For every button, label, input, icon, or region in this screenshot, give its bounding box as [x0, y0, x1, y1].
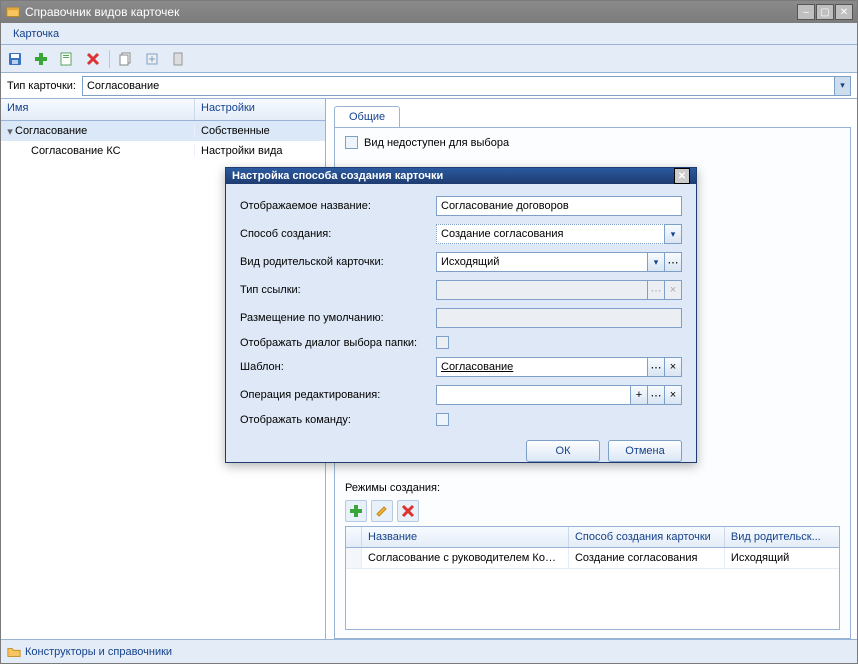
show-cmd-checkbox[interactable] [436, 413, 449, 426]
close-button[interactable]: ✕ [835, 4, 853, 20]
edit-op-input[interactable] [436, 385, 631, 405]
edit-op-browse-button[interactable]: ⋯ [647, 385, 665, 405]
app-icon [5, 4, 21, 20]
tree-row[interactable]: Согласование КС Настройки вида [1, 141, 325, 161]
dialog-buttons: ОК Отмена [226, 432, 696, 474]
paste-icon[interactable] [168, 49, 188, 69]
save-icon[interactable] [5, 49, 25, 69]
template-label: Шаблон: [240, 361, 436, 373]
unavailable-label: Вид недоступен для выбора [364, 137, 509, 149]
grid-header-parent[interactable]: Вид родительск... [725, 527, 839, 547]
copy-icon[interactable] [116, 49, 136, 69]
expand-icon[interactable]: ▾ [5, 125, 15, 138]
tree-row-name: Согласование КС [31, 145, 121, 157]
parent-browse-button[interactable]: ⋯ [664, 252, 682, 272]
modes-toolbar [345, 500, 840, 522]
separator [109, 50, 110, 68]
grid-header-method[interactable]: Способ создания карточки [569, 527, 725, 547]
tabstrip: Общие [334, 103, 851, 127]
linktype-browse-button: ⋯ [647, 280, 665, 300]
method-dropdown-button[interactable] [664, 224, 682, 244]
grid-cell-method: Создание согласования [569, 548, 725, 568]
maximize-button[interactable]: ▢ [816, 4, 834, 20]
display-name-input[interactable]: Согласование договоров [436, 196, 682, 216]
edit-mode-button[interactable] [371, 500, 393, 522]
method-label: Способ создания: [240, 228, 436, 240]
grid-filler [346, 569, 839, 629]
modes-label: Режимы создания: [345, 482, 840, 494]
grid-row[interactable]: Согласование с руководителем Коммерческо… [346, 548, 839, 569]
linktype-input [436, 280, 648, 300]
window-title: Справочник видов карточек [25, 5, 179, 19]
footer-constructors[interactable]: Конструкторы и справочники [25, 646, 172, 658]
method-combo[interactable]: Создание согласования [436, 224, 665, 244]
show-cmd-label: Отображать команду: [240, 414, 436, 426]
grid-cell-parent: Исходящий [725, 548, 839, 568]
template-clear-button[interactable]: × [664, 357, 682, 377]
template-input[interactable]: Согласование [436, 357, 648, 377]
delete-icon[interactable] [83, 49, 103, 69]
cardtype-label: Тип карточки: [7, 80, 76, 92]
grid-header: Название Способ создания карточки Вид ро… [346, 527, 839, 548]
ok-button[interactable]: ОК [526, 440, 600, 462]
tree-header: Имя Настройки [1, 99, 325, 121]
tree-header-settings[interactable]: Настройки [195, 99, 325, 120]
unavailable-checkbox[interactable] [345, 136, 358, 149]
grid-row-marker [346, 548, 362, 568]
parent-label: Вид родительской карточки: [240, 256, 436, 268]
linktype-label: Тип ссылки: [240, 284, 436, 296]
tab-general[interactable]: Общие [334, 106, 400, 127]
creation-modes-section: Режимы создания: Название Способ создани… [345, 482, 840, 630]
add-mode-button[interactable] [345, 500, 367, 522]
folder-icon [7, 645, 21, 659]
dialog-close-button[interactable]: ✕ [674, 168, 690, 184]
edit-icon[interactable] [57, 49, 77, 69]
menu-card[interactable]: Карточка [7, 26, 65, 42]
dialog-title: Настройка способа создания карточки [232, 170, 443, 182]
settings-dialog: Настройка способа создания карточки ✕ От… [225, 167, 697, 463]
export-icon[interactable] [142, 49, 162, 69]
minimize-button[interactable]: – [797, 4, 815, 20]
toolbar [1, 45, 857, 73]
dialog-body: Отображаемое название: Согласование дого… [226, 184, 696, 432]
parent-dropdown-button[interactable] [647, 252, 665, 272]
delete-mode-button[interactable] [397, 500, 419, 522]
menubar: Карточка [1, 23, 857, 45]
cancel-button[interactable]: Отмена [608, 440, 682, 462]
grid-header-blank[interactable] [346, 527, 362, 547]
edit-op-label: Операция редактирования: [240, 389, 436, 401]
modes-grid: Название Способ создания карточки Вид ро… [345, 526, 840, 630]
template-browse-button[interactable]: ⋯ [647, 357, 665, 377]
show-folder-label: Отображать диалог выбора папки: [240, 337, 436, 349]
placement-input [436, 308, 682, 328]
grid-cell-name: Согласование с руководителем Коммерческо… [362, 548, 569, 568]
cardtype-value: Согласование [87, 80, 159, 92]
grid-header-name[interactable]: Название [362, 527, 569, 547]
dialog-titlebar: Настройка способа создания карточки ✕ [226, 168, 696, 184]
edit-op-add-button[interactable]: + [630, 385, 648, 405]
linktype-clear-button: × [664, 280, 682, 300]
show-folder-checkbox [436, 336, 449, 349]
window-controls: – ▢ ✕ [797, 4, 853, 20]
checkbox-row: Вид недоступен для выбора [345, 136, 840, 149]
placement-label: Размещение по умолчанию: [240, 312, 436, 324]
chevron-down-icon[interactable] [834, 77, 850, 95]
edit-op-clear-button[interactable]: × [664, 385, 682, 405]
tree-row[interactable]: ▾ Согласование Собственные [1, 121, 325, 141]
tree-row-settings: Настройки вида [195, 145, 325, 157]
tree-row-name: Согласование [15, 125, 87, 137]
tree-header-name[interactable]: Имя [1, 99, 195, 120]
parent-combo[interactable]: Исходящий [436, 252, 648, 272]
footer: Конструкторы и справочники [1, 639, 857, 663]
cardtype-combo[interactable]: Согласование [82, 76, 851, 96]
display-name-label: Отображаемое название: [240, 200, 436, 212]
cardtype-row: Тип карточки: Согласование [1, 73, 857, 99]
tree-row-settings: Собственные [195, 125, 325, 137]
titlebar: Справочник видов карточек – ▢ ✕ [1, 1, 857, 23]
add-icon[interactable] [31, 49, 51, 69]
